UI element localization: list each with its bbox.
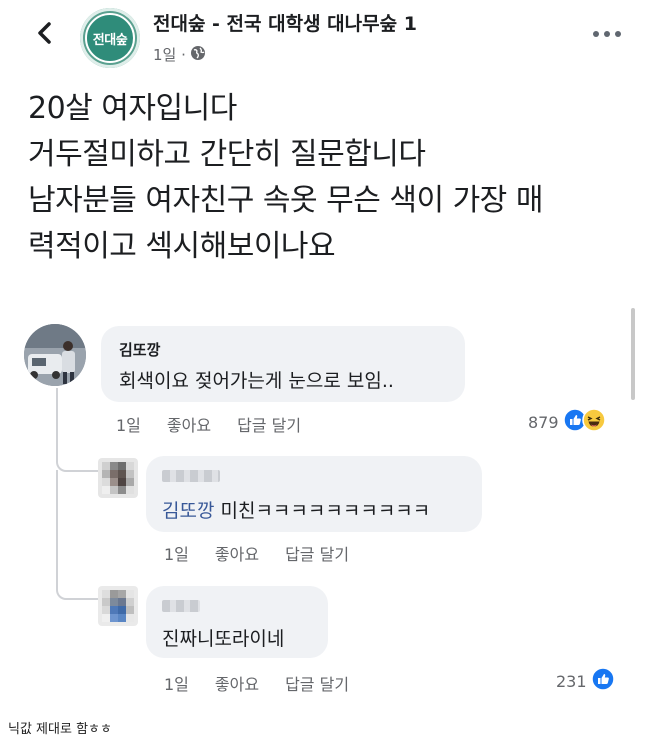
caption-text: 닉값 제대로 함ㅎㅎ bbox=[8, 722, 112, 737]
reply-actions: 1일 좋아요 답글 달기 bbox=[164, 671, 375, 695]
reaction-count[interactable]: 879 bbox=[528, 408, 606, 436]
reply-actions: 1일 좋아요 답글 달기 bbox=[164, 541, 375, 565]
comment-text: 회색이요 젖어가는게 눈으로 보임.. bbox=[119, 370, 394, 392]
post-line: 력적이고 섹시해보이나요 bbox=[28, 229, 336, 264]
reaction-count[interactable]: 231 bbox=[556, 667, 615, 695]
reaction-count-number: 879 bbox=[528, 412, 559, 432]
post-body: 20살 여자입니다 거두절미하고 간단히 질문합니다 남자분들 여자친구 속옷 … bbox=[28, 86, 638, 270]
post-line: 남자분들 여자친구 속옷 무슨 색이 가장 매 bbox=[28, 183, 543, 218]
like-button[interactable]: 좋아요 bbox=[167, 412, 211, 436]
reply-bubble[interactable]: 김또깡 미친ㅋㅋㅋㅋㅋㅋㅋㅋㅋㅋ bbox=[146, 456, 482, 532]
post-line: 20살 여자입니다 bbox=[28, 91, 237, 126]
blurred-name bbox=[162, 600, 200, 612]
reply-text: 진짜니또라이네 bbox=[162, 628, 285, 650]
page-title[interactable]: 전대숲 - 전국 대학생 대나무숲 1 bbox=[153, 9, 417, 36]
reply-bubble[interactable]: 진짜니또라이네 bbox=[146, 586, 328, 658]
like-button[interactable]: 좋아요 bbox=[215, 671, 259, 695]
like-button[interactable]: 좋아요 bbox=[215, 541, 259, 565]
commenter-name[interactable]: 김또깡 bbox=[119, 339, 160, 360]
thread-line bbox=[56, 470, 98, 600]
more-options-icon[interactable] bbox=[590, 26, 624, 40]
reply-text-body: 미친ㅋㅋㅋㅋㅋㅋㅋㅋㅋㅋ bbox=[214, 500, 431, 522]
reply-avatar-blurred[interactable] bbox=[98, 458, 138, 498]
commenter-avatar[interactable] bbox=[24, 324, 86, 386]
post-time: 1일 · bbox=[153, 46, 186, 64]
reply-button[interactable]: 답글 달기 bbox=[285, 671, 349, 695]
comment-bubble[interactable]: 김또깡 회색이요 젖어가는게 눈으로 보임.. bbox=[101, 326, 465, 402]
post-line: 거두절미하고 간단히 질문합니다 bbox=[28, 137, 426, 172]
blurred-name bbox=[162, 470, 220, 482]
page-avatar-logo: 전대숲 bbox=[85, 13, 135, 63]
post-meta: 1일 · bbox=[153, 44, 206, 65]
mention-link[interactable]: 김또깡 bbox=[162, 500, 214, 522]
reply-button[interactable]: 답글 달기 bbox=[285, 541, 349, 565]
page-avatar[interactable]: 전대숲 bbox=[80, 8, 140, 68]
like-reaction-icon bbox=[590, 667, 615, 695]
scrollbar[interactable] bbox=[631, 308, 635, 400]
haha-reaction-icon bbox=[581, 408, 606, 436]
thread-line bbox=[56, 388, 98, 472]
reaction-count-number: 231 bbox=[556, 671, 587, 691]
globe-icon bbox=[190, 45, 206, 65]
comment-time: 1일 bbox=[116, 416, 141, 435]
reply-time: 1일 bbox=[164, 675, 189, 694]
reply-avatar-blurred[interactable] bbox=[98, 586, 138, 626]
comment-actions: 1일 좋아요 답글 달기 bbox=[116, 412, 327, 436]
reply-button[interactable]: 답글 달기 bbox=[237, 412, 301, 436]
back-arrow-icon[interactable] bbox=[30, 18, 60, 48]
reply-time: 1일 bbox=[164, 545, 189, 564]
reply-text: 김또깡 미친ㅋㅋㅋㅋㅋㅋㅋㅋㅋㅋ bbox=[162, 496, 430, 523]
